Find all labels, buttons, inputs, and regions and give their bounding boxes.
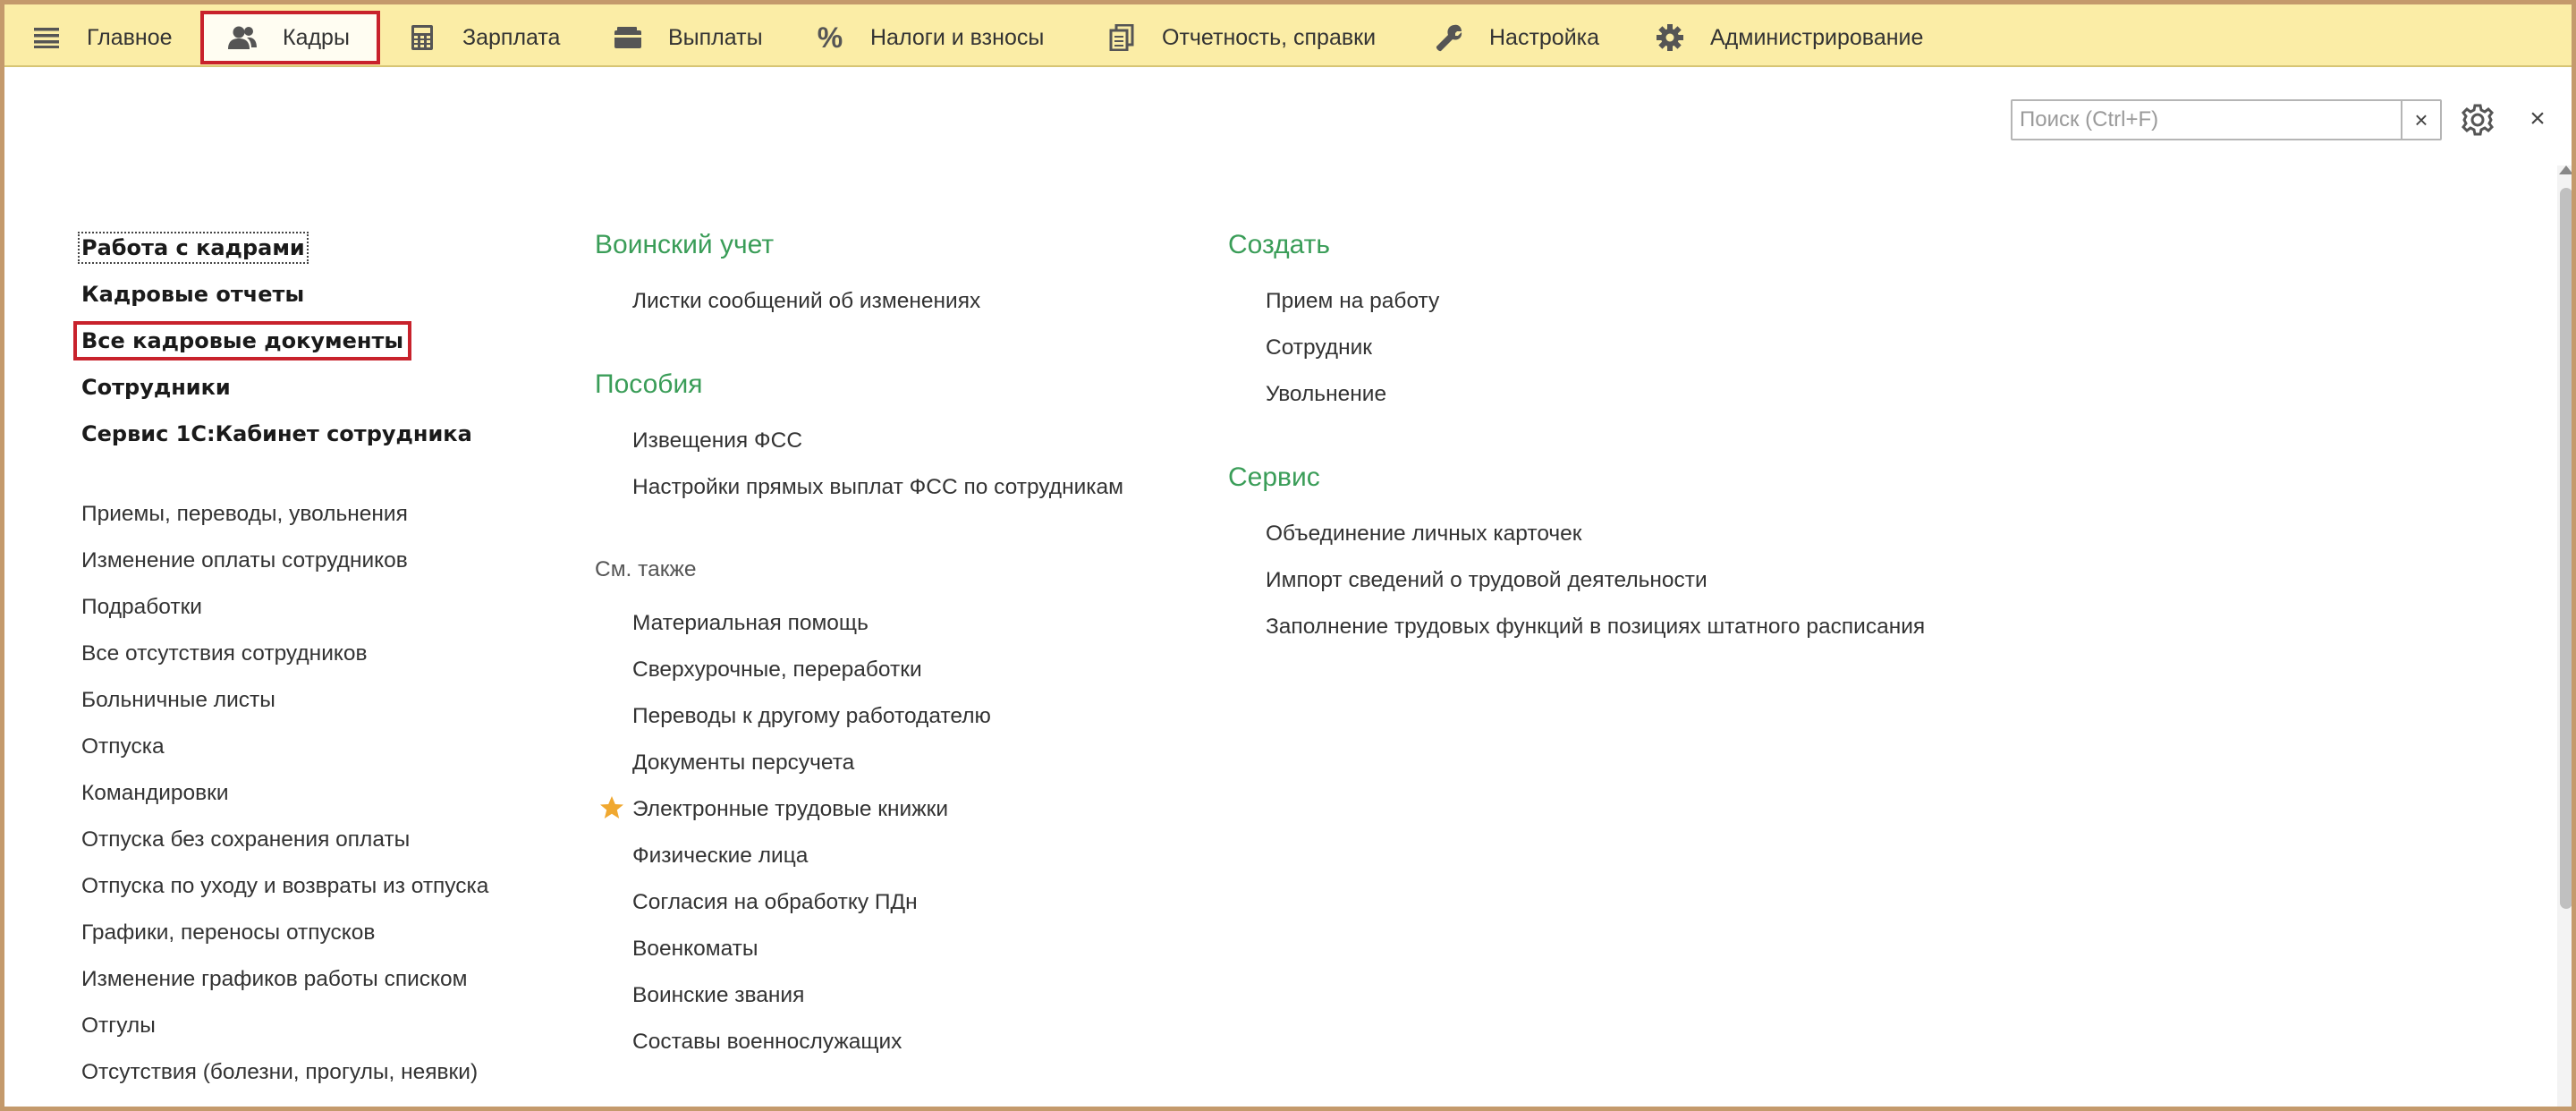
list-item[interactable]: Извещения ФСС — [632, 428, 802, 454]
section-bar: Главное Кадры Зарплата Выплаты % Налоги … — [4, 4, 2572, 67]
search-clear-button[interactable]: × — [2401, 101, 2440, 139]
tab-hr[interactable]: Кадры — [200, 11, 380, 64]
wallet-icon — [613, 22, 643, 53]
tab-administration[interactable]: Администрирование — [1655, 11, 1923, 64]
list-item[interactable]: Все отсутствия сотрудников — [81, 641, 368, 666]
list-item[interactable]: Военкоматы — [632, 937, 758, 962]
menu-icon — [31, 22, 62, 53]
list-item[interactable]: Физические лица — [632, 844, 808, 869]
list-item[interactable]: Заполнение трудовых функций в позициях ш… — [1266, 615, 1925, 640]
documents-icon — [1106, 22, 1137, 53]
list-item[interactable]: Графики, переносы отпусков — [81, 920, 375, 946]
list-item[interactable]: Сверхурочные, переработки — [632, 657, 922, 683]
wrench-icon — [1434, 22, 1464, 53]
gear-icon — [1655, 22, 1685, 53]
tab-label: Администрирование — [1710, 24, 1924, 50]
list-item[interactable]: Командировки — [81, 781, 229, 806]
tab-reports[interactable]: Отчетность, справки — [1106, 11, 1376, 64]
app-window: Главное Кадры Зарплата Выплаты % Налоги … — [0, 0, 2576, 1111]
tab-payments[interactable]: Выплаты — [613, 11, 763, 64]
list-item[interactable]: Документы персучета — [632, 751, 854, 776]
list-item[interactable]: Листки сообщений об изменениях — [632, 289, 980, 314]
group-header-create: Создать — [1228, 230, 1331, 259]
search-box: × — [2011, 99, 2442, 140]
list-item[interactable]: Прием на работу — [1266, 289, 1439, 314]
tab-label: Выплаты — [668, 24, 763, 50]
list-item[interactable]: Согласия на обработку ПДн — [632, 890, 918, 915]
list-item[interactable]: Отпуска — [81, 734, 165, 759]
tab-taxes[interactable]: % Налоги и взносы — [815, 11, 1045, 64]
tab-label: Зарплата — [462, 24, 561, 50]
list-item[interactable]: Настройки прямых выплат ФСС по сотрудник… — [632, 475, 1123, 500]
list-item[interactable]: Составы военнослужащих — [632, 1030, 902, 1055]
link-hr-reports[interactable]: Кадровые отчеты — [81, 282, 304, 307]
users-icon — [227, 22, 258, 53]
list-item[interactable]: Отгулы — [81, 1013, 156, 1039]
list-item[interactable]: Переводы к другому работодателю — [632, 704, 991, 729]
favorite-star-icon[interactable] — [598, 794, 625, 821]
list-item[interactable]: Объединение личных карточек — [1266, 522, 1582, 547]
list-item[interactable]: Изменение графиков работы списком — [81, 967, 468, 992]
tab-label: Настройка — [1489, 24, 1600, 50]
link-all-hr-documents[interactable]: Все кадровые документы — [73, 321, 412, 360]
list-item[interactable]: Отпуска без сохранения оплаты — [81, 827, 410, 852]
link-employee-cabinet-service[interactable]: Сервис 1С:Кабинет сотрудника — [81, 421, 472, 446]
list-item[interactable]: Электронные трудовые книжки — [632, 797, 948, 822]
list-item[interactable]: Материальная помощь — [632, 611, 869, 636]
close-icon[interactable]: × — [2520, 101, 2555, 137]
list-item[interactable]: Больничные листы — [81, 688, 275, 713]
link-hr-work[interactable]: Работа с кадрами — [78, 232, 309, 264]
tab-main[interactable]: Главное — [31, 11, 173, 64]
calculator-icon — [407, 22, 437, 53]
group-header-benefits: Пособия — [595, 369, 703, 399]
list-item[interactable]: Импорт сведений о трудовой деятельности — [1266, 568, 1707, 593]
percent-icon: % — [817, 21, 843, 54]
tab-salary[interactable]: Зарплата — [407, 11, 560, 64]
search-input[interactable] — [2012, 101, 2402, 139]
scroll-up-arrow-icon[interactable] — [2559, 165, 2572, 174]
settings-gear-icon[interactable] — [2461, 103, 2495, 137]
scrollbar-thumb[interactable] — [2560, 188, 2572, 909]
group-header-military: Воинский учет — [595, 230, 775, 259]
list-item[interactable]: Воинские звания — [632, 983, 804, 1008]
list-item[interactable]: Приемы, переводы, увольнения — [81, 502, 408, 527]
tab-label: Главное — [87, 24, 173, 50]
see-also-header: См. также — [595, 557, 697, 581]
list-item[interactable]: Отпуска по уходу и возвраты из отпуска — [81, 874, 488, 899]
tab-label: Кадры — [283, 24, 350, 50]
list-item[interactable]: Отсутствия (болезни, прогулы, неявки) — [81, 1060, 478, 1085]
list-item[interactable]: Подработки — [81, 595, 202, 620]
list-item[interactable]: Сотрудник — [1266, 335, 1372, 360]
list-item[interactable]: Увольнение — [1266, 382, 1386, 407]
tab-label: Налоги и взносы — [870, 24, 1045, 50]
link-employees[interactable]: Сотрудники — [81, 375, 231, 400]
group-header-service: Сервис — [1228, 462, 1320, 492]
list-item[interactable]: Изменение оплаты сотрудников — [81, 548, 408, 573]
tab-settings[interactable]: Настройка — [1434, 11, 1599, 64]
tab-label: Отчетность, справки — [1162, 24, 1377, 50]
